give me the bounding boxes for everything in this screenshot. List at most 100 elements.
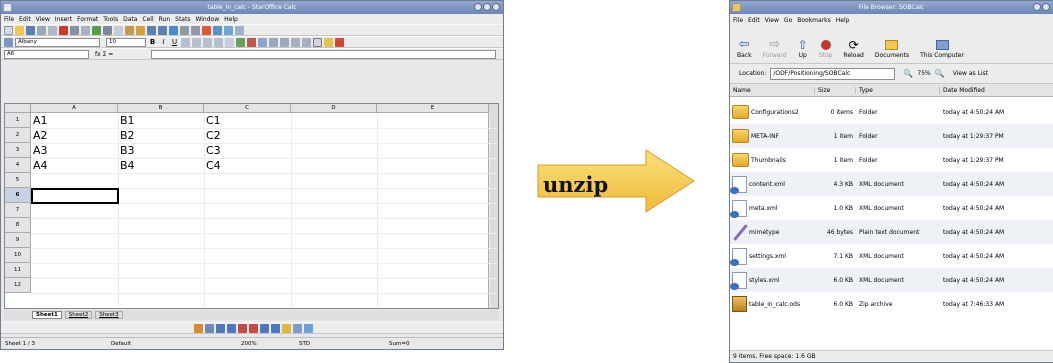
row-header[interactable]: 4 (5, 158, 31, 173)
documents-button[interactable]: Documents (875, 38, 909, 59)
row-header[interactable]: 5 (5, 173, 31, 188)
maximize-icon[interactable] (483, 3, 491, 11)
col-header-a[interactable]: A (31, 104, 118, 113)
zoom-in-icon[interactable]: 🔍 (935, 69, 945, 78)
close-icon[interactable] (492, 3, 500, 11)
menu-run[interactable]: Run (159, 16, 171, 23)
column-size[interactable]: Size (815, 86, 856, 94)
rectangle-tool-icon[interactable] (216, 323, 225, 333)
row-header[interactable]: 10 (5, 248, 31, 263)
save-icon[interactable] (26, 25, 35, 35)
print-preview-icon[interactable] (81, 25, 90, 35)
row-header[interactable]: 8 (5, 218, 31, 233)
row-header[interactable]: 11 (5, 263, 31, 278)
align-left-icon[interactable] (181, 37, 190, 47)
cut-icon[interactable] (103, 25, 112, 35)
sort-descending-icon[interactable] (191, 25, 200, 35)
basic-shapes-icon[interactable] (249, 323, 258, 333)
column-name[interactable]: Name (730, 86, 815, 94)
cell-b2[interactable]: B2 (118, 128, 204, 143)
menu-help[interactable]: Help (224, 16, 238, 23)
font-color-icon[interactable] (335, 37, 344, 47)
redo-icon[interactable] (158, 25, 167, 35)
row-header[interactable]: 12 (5, 278, 31, 293)
email-icon[interactable] (37, 25, 46, 35)
background-color-icon[interactable] (324, 37, 333, 47)
cell-b1[interactable]: B1 (118, 113, 204, 128)
row-header[interactable]: 1 (5, 113, 31, 128)
location-input[interactable]: /ODF/Positioning/SOBCalc (770, 67, 896, 80)
italic-icon[interactable]: I (159, 38, 168, 47)
menu-stats[interactable]: Stats (175, 16, 190, 23)
list-item[interactable]: Thumbnails 1 item Folder today at 1:29:37 … (730, 148, 1053, 172)
col-header-c[interactable]: C (204, 104, 291, 113)
sheet-tab-2[interactable]: Sheet2 (64, 311, 93, 319)
cell-a3[interactable]: A3 (31, 143, 118, 158)
spreadsheet-grid[interactable]: A B C D E 1 2 3 4 5 6 7 8 9 10 11 12 A1 … (4, 103, 499, 309)
paste-icon[interactable] (125, 25, 134, 35)
menu-view[interactable]: View (36, 16, 50, 23)
menu-window[interactable]: Window (195, 16, 219, 23)
zoom-icon[interactable] (235, 25, 244, 35)
col-header-b[interactable]: B (118, 104, 204, 113)
styles-icon[interactable] (4, 37, 13, 47)
list-item[interactable]: styles.xml 6.0 KB XML document today at 4:… (730, 268, 1053, 292)
list-item[interactable]: Configurations2 0 items Folder today at 4:… (730, 100, 1053, 124)
cell-a1[interactable]: A1 (31, 113, 118, 128)
underline-icon[interactable]: U (170, 38, 179, 47)
callouts-icon[interactable] (271, 323, 280, 333)
status-mode[interactable]: STD (299, 341, 389, 347)
list-item[interactable]: mimetype 46 bytes Plain text document toda… (730, 220, 1053, 244)
list-item[interactable]: META-INF 1 item Folder today at 1:29:37 PM (730, 124, 1053, 148)
increase-indent-icon[interactable] (302, 37, 311, 47)
menu-view[interactable]: View (765, 17, 779, 24)
maximize-icon[interactable] (1042, 3, 1050, 11)
menu-tools[interactable]: Tools (103, 16, 118, 23)
justify-icon[interactable] (214, 37, 223, 47)
selected-cell-a6[interactable] (31, 188, 119, 204)
cell-b3[interactable]: B3 (118, 143, 204, 158)
zoom-out-icon[interactable]: 🔍 (903, 69, 913, 78)
cell-b4[interactable]: B4 (118, 158, 204, 173)
corner-header[interactable] (5, 104, 31, 113)
browser-titlebar[interactable]: File Browser: SOBCalc (730, 1, 1053, 14)
undo-icon[interactable] (147, 25, 156, 35)
stop-button[interactable]: Stop (819, 38, 832, 59)
this-computer-button[interactable]: This Computer (920, 38, 964, 59)
app-icon[interactable] (3, 3, 12, 12)
menu-bookmarks[interactable]: Bookmarks (797, 17, 831, 24)
zoom-level[interactable]: 75% (917, 70, 930, 77)
sort-ascending-icon[interactable] (180, 25, 189, 35)
edit-file-icon[interactable] (48, 25, 57, 35)
row-header[interactable]: 7 (5, 203, 31, 218)
view-as-select[interactable]: View as List (953, 70, 988, 77)
hyperlink-icon[interactable] (169, 25, 178, 35)
format-paintbrush-icon[interactable] (136, 25, 145, 35)
currency-format-icon[interactable] (236, 37, 245, 47)
up-button[interactable]: ⇧ Up (798, 38, 808, 59)
menu-help[interactable]: Help (836, 17, 850, 24)
new-icon[interactable] (4, 25, 13, 35)
delete-decimal-icon[interactable] (280, 37, 289, 47)
line-tool-icon[interactable] (205, 323, 214, 333)
list-item[interactable]: meta.xml 1.0 KB XML document today at 4:50… (730, 196, 1053, 220)
forward-button[interactable]: ⇨ Forward (763, 38, 787, 60)
copy-icon[interactable] (114, 25, 123, 35)
menu-edit[interactable]: Edit (19, 16, 31, 23)
cell-c4[interactable]: C4 (204, 158, 291, 173)
list-item[interactable]: settings.xml 7.1 KB XML document today at … (730, 244, 1053, 268)
sheet-tab-3[interactable]: Sheet3 (95, 311, 123, 319)
calc-titlebar[interactable]: table_in_calc - StarOffice Calc (1, 1, 503, 14)
percent-format-icon[interactable] (247, 37, 256, 47)
extrusion-icon[interactable] (293, 323, 302, 333)
menu-cell[interactable]: Cell (142, 16, 153, 23)
menu-file[interactable]: File (4, 16, 14, 23)
col-header-d[interactable]: D (291, 104, 377, 113)
ellipse-tool-icon[interactable] (227, 323, 236, 333)
formula-symbols[interactable]: fx Σ = (91, 51, 149, 58)
select-tool-icon[interactable] (194, 323, 203, 333)
back-button[interactable]: ⇦ Back (737, 38, 752, 60)
spellcheck-icon[interactable] (92, 25, 101, 35)
open-icon[interactable] (15, 25, 24, 35)
export-pdf-icon[interactable] (59, 25, 68, 35)
